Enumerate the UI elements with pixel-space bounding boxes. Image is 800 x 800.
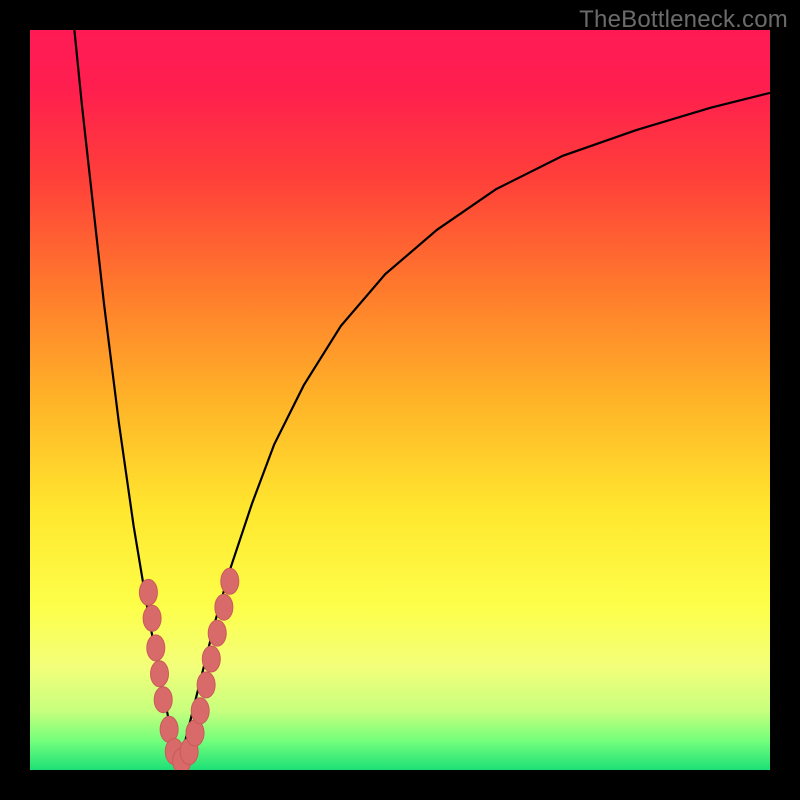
data-dot [143, 605, 161, 631]
data-dot [139, 579, 157, 605]
data-dot [154, 687, 172, 713]
plot-area [30, 30, 770, 770]
data-dot [221, 568, 239, 594]
data-dot [197, 672, 215, 698]
data-dot [147, 635, 165, 661]
data-dot [208, 620, 226, 646]
chart-svg [30, 30, 770, 770]
data-dot [215, 594, 233, 620]
chart-frame: TheBottleneck.com [0, 0, 800, 800]
gradient-background [30, 30, 770, 770]
data-dot [202, 646, 220, 672]
data-dot [151, 661, 169, 687]
data-dot [191, 698, 209, 724]
